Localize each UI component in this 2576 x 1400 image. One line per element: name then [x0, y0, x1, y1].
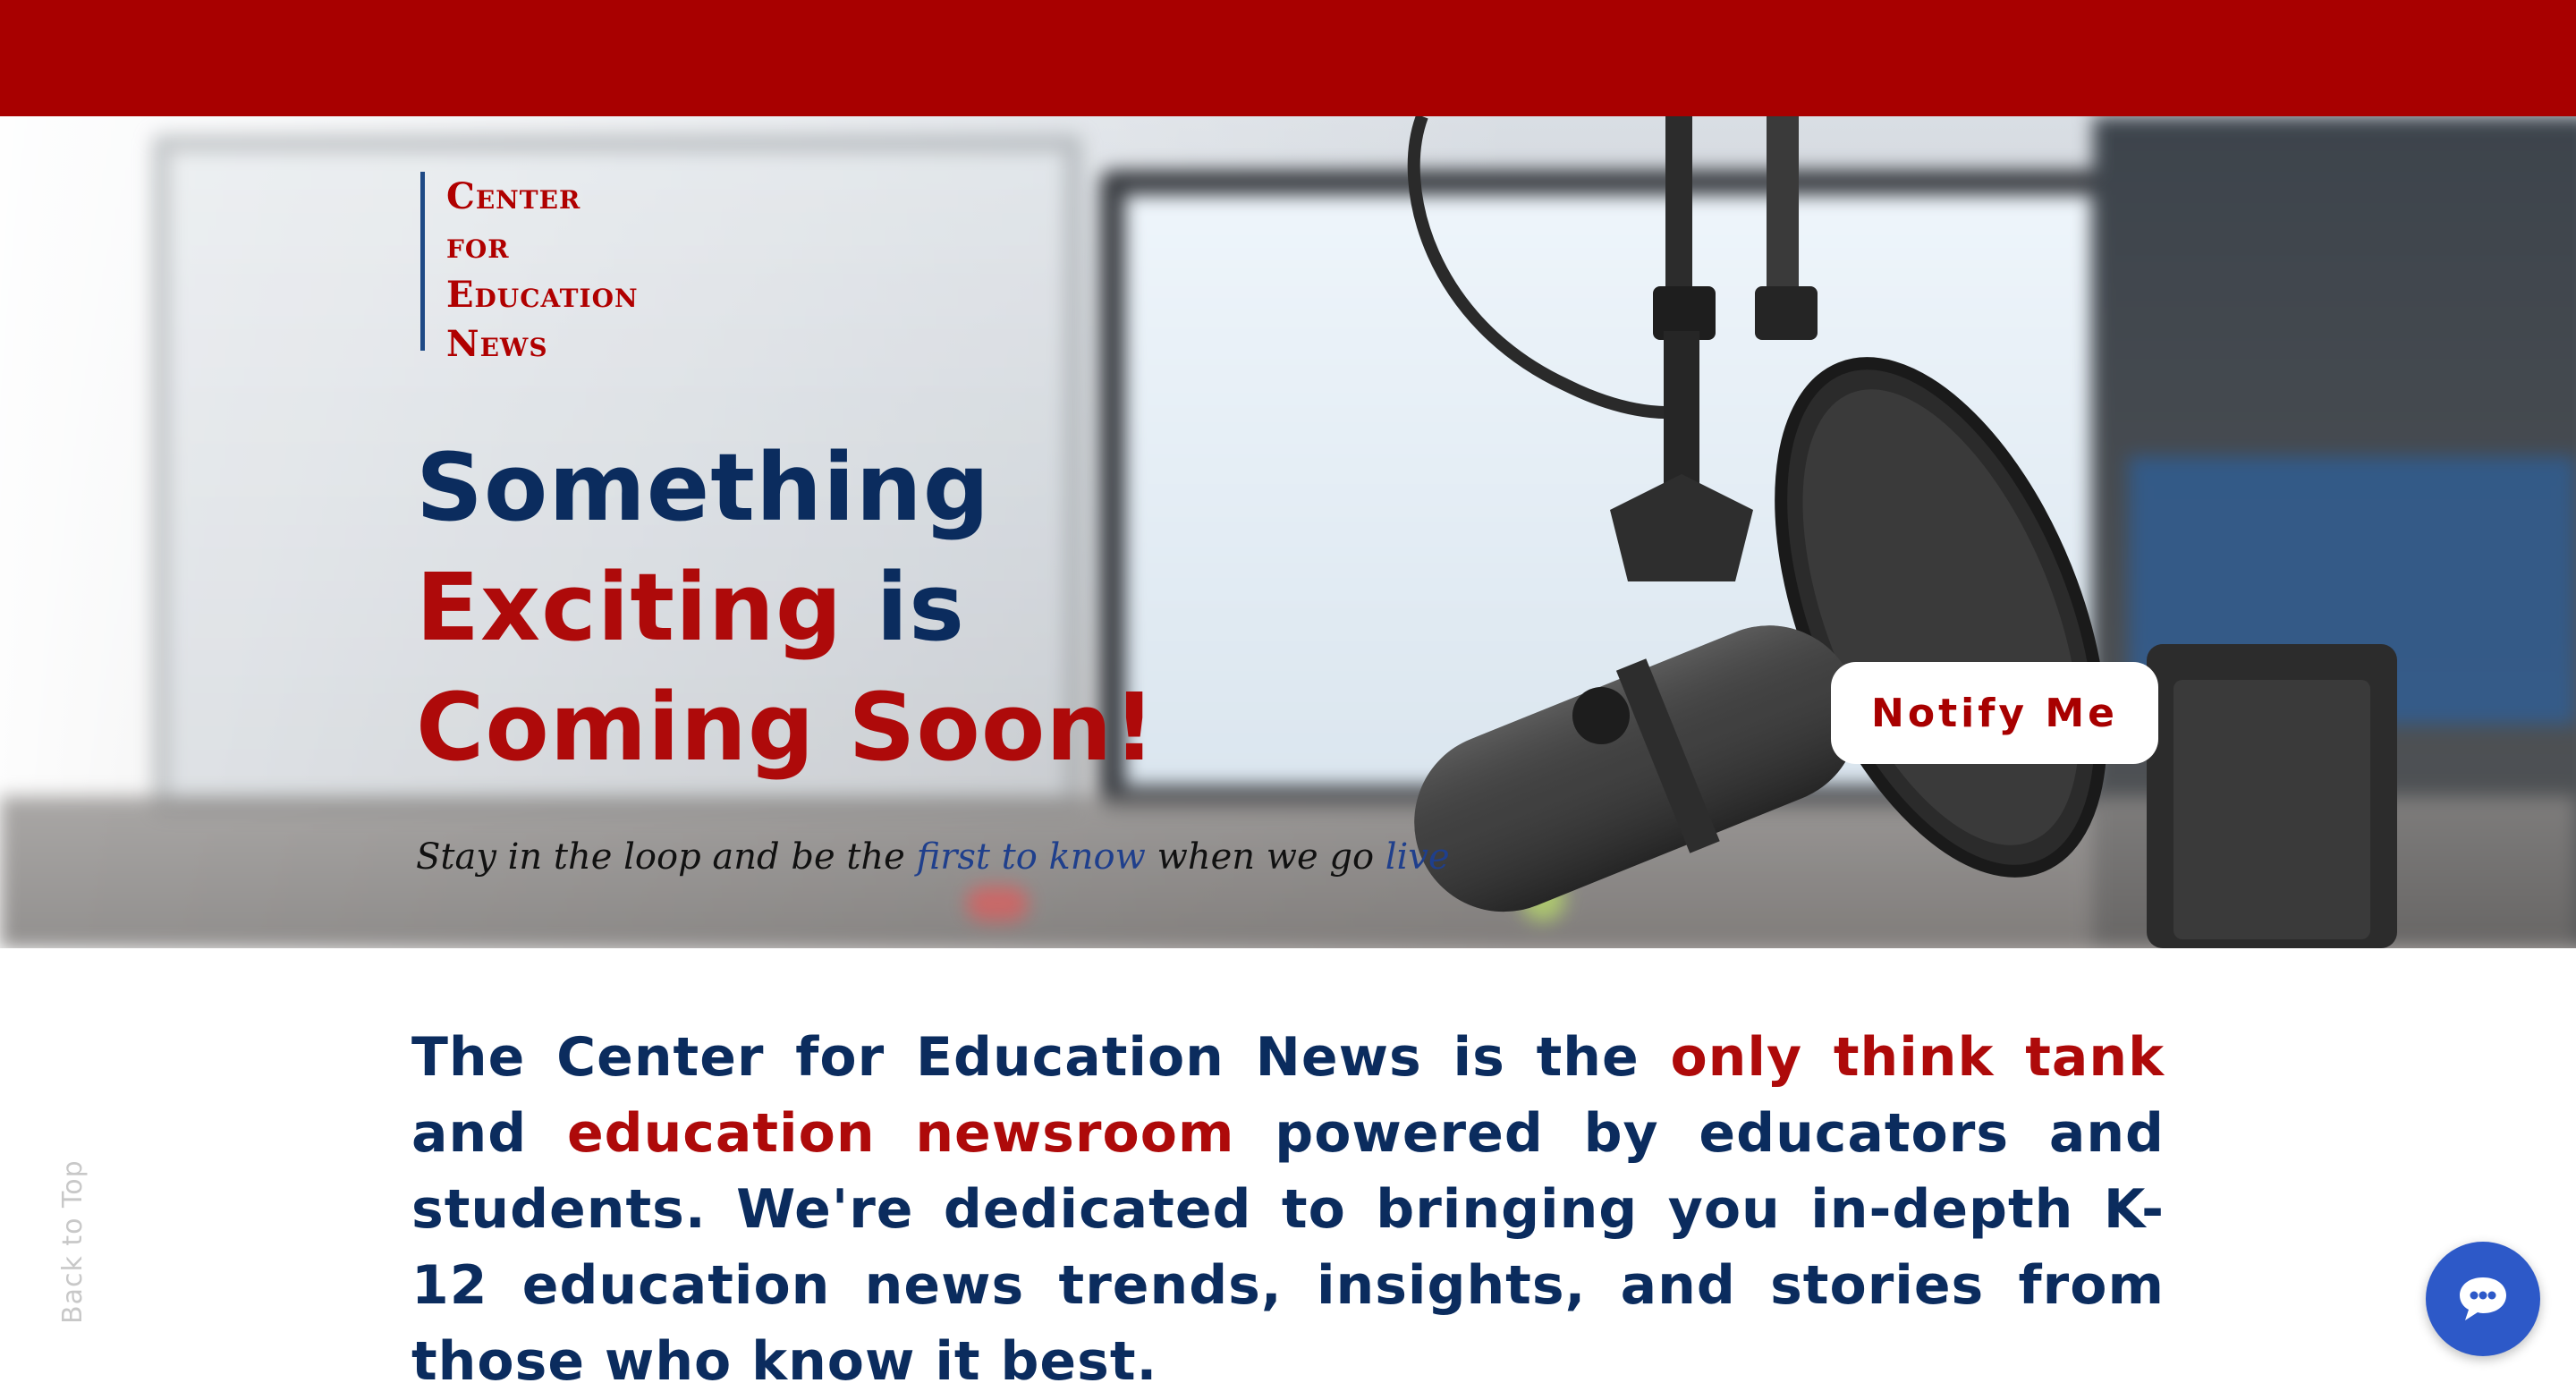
- intro-paragraph: The Center for Education News is the onl…: [411, 1020, 2165, 1400]
- tagline-part-3: when we go: [1145, 836, 1385, 878]
- chat-button[interactable]: [2426, 1242, 2540, 1356]
- headline-exciting: Exciting: [416, 553, 843, 662]
- headline-line-2: Exciting is: [416, 547, 1157, 667]
- tagline-first-to-know: first to know: [916, 836, 1146, 878]
- headline-is: is: [843, 553, 966, 662]
- chat-bubble-icon: [2460, 1277, 2506, 1320]
- logo-line-4: News: [446, 323, 548, 365]
- tagline-live: live: [1385, 836, 1450, 878]
- headline-line-3: Coming Soon!: [416, 673, 1157, 782]
- logo-line-1: Center: [446, 175, 581, 217]
- back-to-top-link[interactable]: Back to Top: [57, 1159, 89, 1324]
- microphone-image: [1407, 116, 2397, 948]
- site-logo[interactable]: Center for Education News: [420, 172, 639, 365]
- hero-headline: Something Exciting is Coming Soon!: [416, 428, 1157, 787]
- logo-line-2: for: [446, 225, 510, 267]
- intro-only-think-tank: only think tank: [1670, 1026, 2165, 1089]
- headline-line-1: Something: [416, 433, 991, 542]
- hero-tagline: Stay in the loop and be the first to kno…: [416, 836, 1450, 878]
- intro-part-1: The Center for Education News is the: [411, 1026, 1671, 1089]
- intro-education-newsroom: education newsroom: [566, 1102, 1235, 1165]
- intro-part-3: and: [411, 1102, 567, 1165]
- top-banner: [0, 0, 2576, 116]
- hero-section: [0, 116, 2576, 948]
- logo-line-3: Education: [446, 274, 639, 316]
- notify-me-button[interactable]: Notify Me: [1831, 662, 2158, 764]
- tagline-part-1: Stay in the loop and be the: [416, 836, 917, 878]
